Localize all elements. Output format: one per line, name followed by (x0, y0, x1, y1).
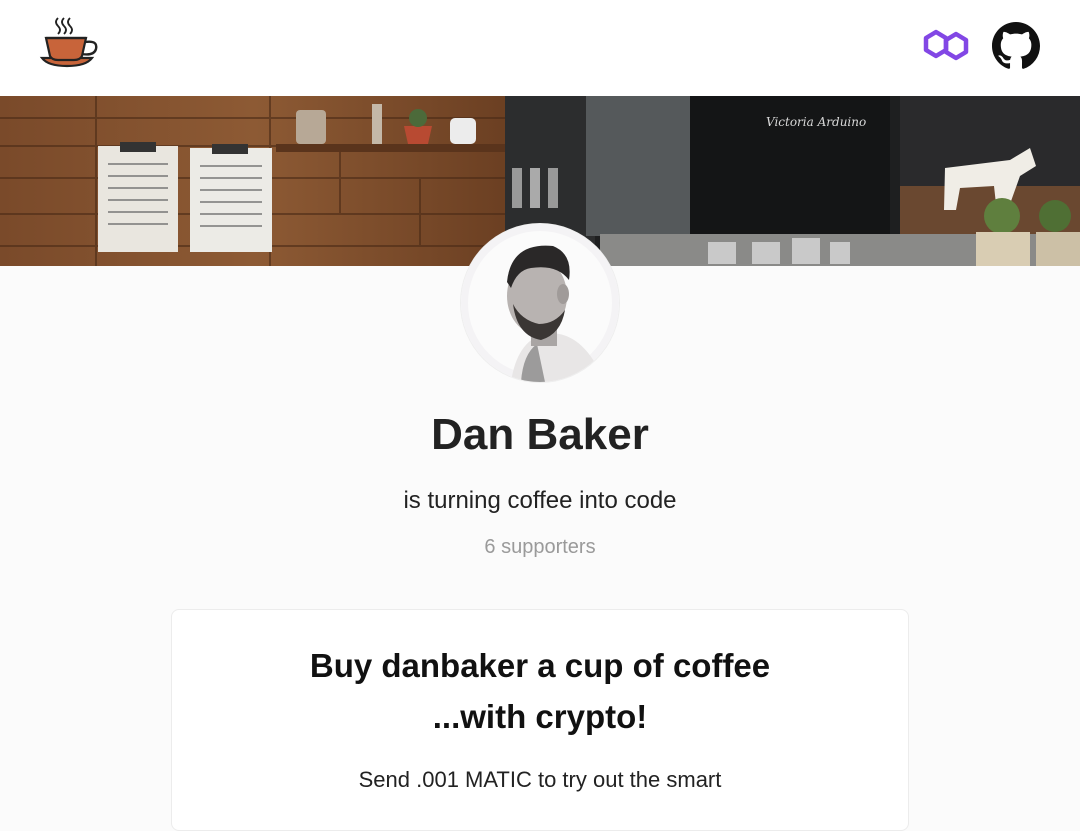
profile-name: Dan Baker (431, 410, 649, 459)
coffee-cup-icon[interactable] (36, 14, 104, 74)
profile-tagline: is turning coffee into code (403, 487, 677, 514)
card-title: Buy danbaker a cup of coffee ...with cry… (172, 640, 908, 742)
avatar (461, 224, 619, 382)
supporters-count: 6 supporters (484, 536, 596, 558)
card-title-line2: ...with crypto! (432, 698, 648, 735)
top-navigation-bar (0, 0, 1080, 96)
polygon-matic-icon[interactable] (922, 24, 972, 66)
svg-text:Victoria Arduino: Victoria Arduino (766, 115, 866, 129)
card-description: Send .001 MATIC to try out the smart (358, 767, 722, 792)
github-icon[interactable] (992, 22, 1040, 70)
donation-card: Buy danbaker a cup of coffee ...with cry… (171, 609, 909, 831)
card-title-line1: Buy danbaker a cup of coffee (309, 647, 771, 684)
